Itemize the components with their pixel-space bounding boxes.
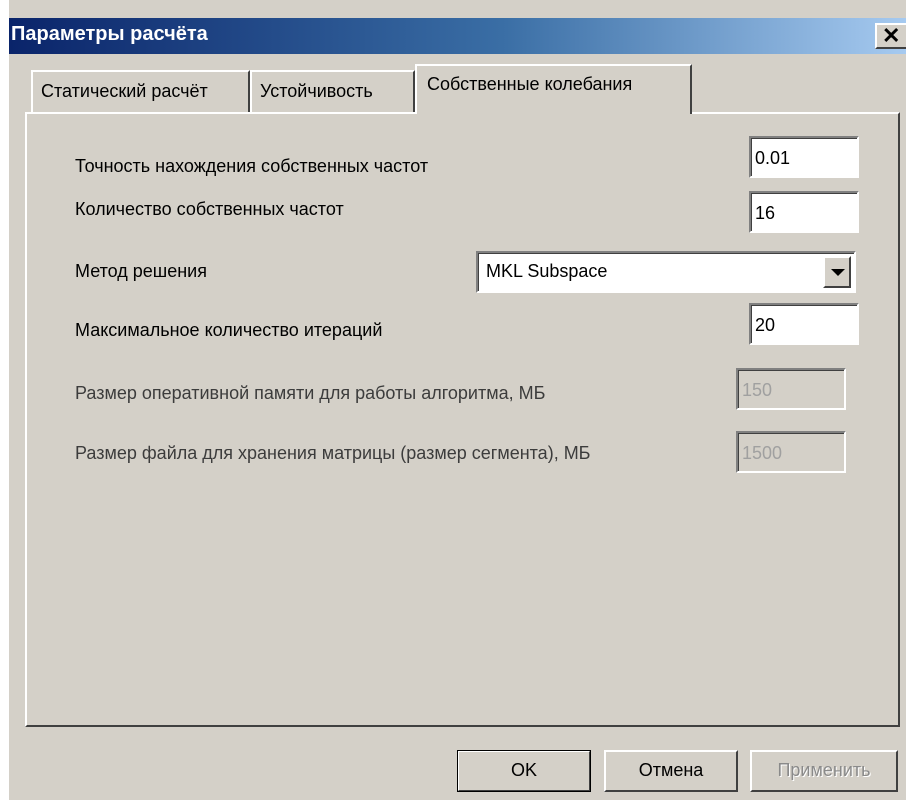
parameters-dialog: Параметры расчёта ✕ Статический расчёт У… bbox=[9, 0, 906, 800]
segment-size-field bbox=[736, 431, 846, 473]
solution-method-value: MKL Subspace bbox=[486, 261, 608, 281]
close-button[interactable]: ✕ bbox=[875, 23, 906, 49]
close-icon: ✕ bbox=[882, 23, 901, 48]
frequency-count-field[interactable] bbox=[749, 191, 859, 233]
chevron-down-icon[interactable] bbox=[823, 256, 851, 288]
tab-natural-vibrations[interactable]: Собственные колебания bbox=[415, 64, 692, 114]
solution-method-label: Метод решения bbox=[75, 261, 207, 281]
cancel-button[interactable]: Отмена bbox=[604, 750, 738, 792]
memory-size-field bbox=[736, 368, 846, 410]
window-title: Параметры расчёта bbox=[11, 23, 208, 45]
title-bar[interactable]: Параметры расчёта ✕ bbox=[9, 18, 906, 54]
tab-label: Собственные колебания bbox=[427, 74, 633, 94]
max-iterations-label: Максимальное количество итераций bbox=[75, 320, 383, 340]
solution-method-select[interactable]: MKL Subspace bbox=[476, 251, 856, 293]
tab-label: Устойчивость bbox=[260, 81, 373, 101]
precision-field[interactable] bbox=[749, 136, 859, 178]
apply-button: Применить bbox=[750, 750, 898, 792]
tab-static-analysis[interactable]: Статический расчёт bbox=[31, 70, 250, 114]
tab-label: Статический расчёт bbox=[41, 81, 208, 101]
memory-size-label: Размер оперативной памяти для работы алг… bbox=[75, 383, 546, 403]
tab-stability[interactable]: Устойчивость bbox=[250, 70, 415, 114]
ok-button[interactable]: OK bbox=[457, 750, 591, 792]
segment-size-label: Размер файла для хранения матрицы (разме… bbox=[75, 443, 591, 463]
frequency-count-label: Количество собственных частот bbox=[75, 199, 344, 219]
max-iterations-field[interactable] bbox=[749, 303, 859, 345]
precision-label: Точность нахождения собственных частот bbox=[75, 156, 429, 176]
